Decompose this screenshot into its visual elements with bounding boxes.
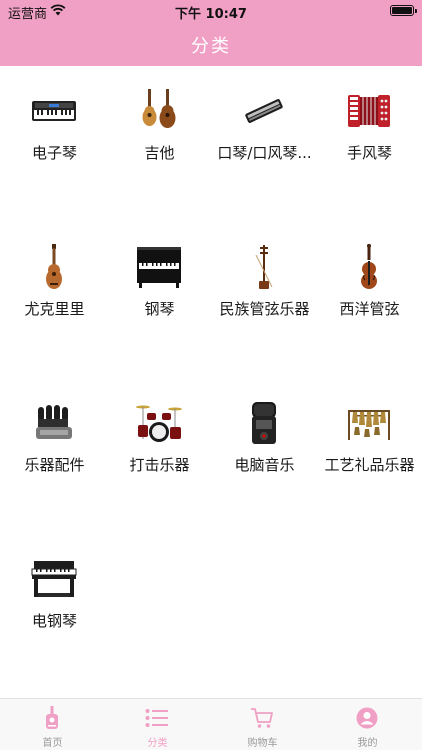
category-item-erhu[interactable]: 民族管弦乐器 [212,222,317,318]
chime-icon [344,400,394,446]
cart-icon [250,705,274,731]
profile-icon [355,705,379,731]
category-item-piano[interactable]: 钢琴 [107,222,212,318]
status-time: 下午 10:47 [175,7,247,22]
harmonica-icon [239,88,289,134]
tab-label: 购物车 [247,738,278,749]
piano-icon [134,244,184,290]
tab-cart[interactable]: 购物车 [210,699,315,750]
list-icon [145,705,169,731]
category-label: 打击乐器 [129,456,190,474]
category-item-computer-music[interactable]: 电脑音乐 [212,378,317,474]
tab-bar: 首页 分类 购物车 我的 [0,698,422,750]
app-header: 运营商 下午 10:47 分类 [0,0,422,66]
category-label: 电钢琴 [31,612,77,630]
finger-trainer-icon [29,400,79,446]
tab-label: 分类 [147,738,168,749]
category-item-violin[interactable]: 西洋管弦 [317,222,422,318]
status-bar: 运营商 下午 10:47 [0,0,422,22]
battery-icon [390,5,417,16]
guitar-icon [134,88,184,134]
category-item-keyboard[interactable]: 电子琴 [2,66,107,162]
category-label: 电子琴 [31,144,77,162]
category-label: 民族管弦乐器 [219,300,310,318]
tab-label: 我的 [357,738,378,749]
category-label: 口琴/口风琴... [217,144,312,162]
category-label: 西洋管弦 [339,300,400,318]
category-item-ukulele[interactable]: 尤克里里 [2,222,107,318]
category-label: 工艺礼品乐器 [324,456,415,474]
tab-home[interactable]: 首页 [0,699,105,750]
erhu-icon [239,244,289,290]
ukulele-icon [29,244,79,290]
digital-piano-icon [29,556,79,602]
tab-category[interactable]: 分类 [105,699,210,750]
category-label: 吉他 [144,144,175,162]
category-item-percussion[interactable]: 打击乐器 [107,378,212,474]
keyboard-icon [29,88,79,134]
category-item-craft-gifts[interactable]: 工艺礼品乐器 [317,378,422,474]
category-item-guitar[interactable]: 吉他 [107,66,212,162]
category-item-accessories[interactable]: 乐器配件 [2,378,107,474]
violin-icon [344,244,394,290]
accordion-icon [344,88,394,134]
audio-recorder-icon [239,400,289,446]
tab-label: 首页 [42,738,63,749]
page-title: 分类 [191,36,231,57]
category-label: 电脑音乐 [234,456,295,474]
home-guitar-icon [40,705,64,731]
category-label: 手风琴 [346,144,392,162]
category-label: 尤克里里 [24,300,85,318]
tab-profile[interactable]: 我的 [315,699,420,750]
category-label: 乐器配件 [24,456,85,474]
drum-kit-icon [134,400,184,446]
category-item-accordion[interactable]: 手风琴 [317,66,422,162]
category-label: 钢琴 [144,300,175,318]
category-item-harmonica[interactable]: 口琴/口风琴... [212,66,317,162]
category-item-digital-piano[interactable]: 电钢琴 [2,534,107,630]
